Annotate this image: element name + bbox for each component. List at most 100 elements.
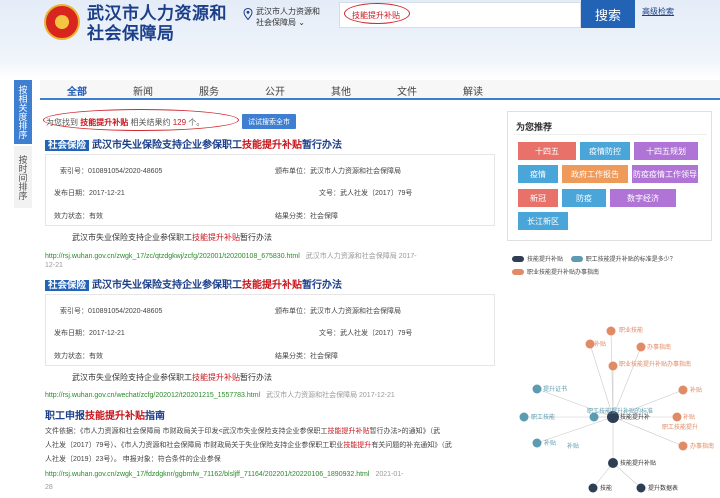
graph-node-label: 职工技能 (531, 413, 555, 421)
location-pin-icon (243, 8, 253, 20)
graph-node-label: 补贴 (544, 439, 556, 447)
title-text: 暂行办法 (302, 280, 343, 291)
annotation-ellipse (344, 3, 410, 24)
document-number: 文号：武人社发〔2017〕79号 (319, 330, 413, 337)
result-url[interactable]: http://rsj.wuhan.gov.cn/zwgk_17/fdzdgknr… (45, 471, 403, 478)
snippet-text: 暂行办法 (240, 233, 272, 242)
url-text: http://rsj.wuhan.gov.cn/zwgk_17/fdzdgknr… (45, 471, 370, 478)
search-button[interactable]: 搜索 (581, 0, 635, 28)
graph-legend: 技能提升补贴 职工技能提升补贴的标准是多少？ 职业技能提升补贴办事指南 (512, 254, 712, 280)
recommend-tag[interactable]: 疫情防控 (580, 142, 630, 160)
result-title-link[interactable]: 职工申报技能提升补贴指南 (45, 407, 165, 422)
title-text: 指南 (145, 411, 165, 422)
graph-node-label: 补贴 (683, 413, 695, 421)
sort-by-time-tab[interactable]: 按时间排序 (14, 146, 32, 208)
result-snippet: 武汉市失业保险支持企业参保职工技能提升补贴暂行办法 (72, 372, 272, 383)
graph-node-label: 补贴 (567, 442, 579, 450)
graph-node-label: 补贴 (690, 386, 702, 394)
result-topic: 结果分类：社会保障 (275, 213, 338, 220)
legend-item[interactable]: 职业技能提升补贴办事指南 (512, 267, 599, 276)
doc-highlight: 技能提升补贴 (327, 428, 370, 435)
title-highlight: 技能提升补贴 (242, 140, 303, 151)
url-text: http://rsj.wuhan.gov.cn/wechat/zcfg/2020… (45, 392, 261, 399)
doc-highlight: 技能提升 (343, 442, 372, 449)
sort-by-relevance-tab[interactable]: 按相关度排序 (14, 80, 32, 144)
graph-node-label: 技能 (600, 484, 612, 492)
advanced-search-link[interactable]: 高级检索 (642, 6, 674, 17)
header-fade (0, 64, 720, 80)
title-text: 暂行办法 (302, 140, 343, 151)
result-snippet: 武汉市失业保险支持企业参保职工技能提升补贴暂行办法 (72, 232, 272, 243)
title-highlight: 技能提升补贴 (85, 411, 145, 422)
legend-swatch (512, 268, 524, 275)
graph-node-label: 职工技能提升补贴的标准 (587, 407, 653, 415)
recommend-tag[interactable]: 数字经济 (610, 189, 676, 207)
result-meta-cont: 12-21 (45, 262, 63, 269)
graph-node-label: 技能提升补 (620, 413, 650, 421)
legend-label: 职工技能提升补贴的标准是多少？ (585, 257, 676, 263)
publish-date: 发布日期：2017-12-21 (54, 190, 125, 197)
graph-node-label: 补贴 (594, 340, 606, 348)
graph-node-label: 提升证书 (543, 385, 567, 393)
site-title[interactable]: 武汉市人力资源和 社会保障局 (87, 4, 227, 44)
annotation-ellipse (43, 109, 239, 131)
category-tag: 社会保险 (45, 140, 90, 151)
result-topic: 结果分类：社会保障 (275, 353, 338, 360)
legend-label: 技能提升补贴 (527, 257, 564, 263)
doc-text: 暂行办法>的通知》（武 (369, 428, 441, 435)
result-metadata-card: 索引号：010891054/2020-48605 颁布单位：武汉市人力资源和社会… (45, 294, 495, 366)
location-selector[interactable]: 武汉市人力资源和 社会保障局 ⌄ (256, 6, 320, 28)
graph-labels: 职业技能 补贴 办事指南 职业技能提升补贴办事指南 补贴 提升证书 职工技能 职… (531, 326, 714, 492)
validity-status: 效力状态：有效 (54, 213, 103, 220)
url-text: http://rsj.wuhan.gov.cn/zwgk_17/zc/qtzdg… (45, 253, 300, 260)
title-text: 武汉市失业保险支持企业参保职工 (92, 140, 243, 151)
result-title-link[interactable]: 社会保险 武汉市失业保险支持企业参保职工技能提升补贴暂行办法 (45, 136, 342, 151)
result-metadata-card: 索引号：010891054/2020-48605 颁布单位：武汉市人力资源和社会… (45, 154, 495, 226)
snippet-text: 武汉市失业保险支持企业参保职工 (72, 373, 192, 382)
result-meta: 武汉市人力资源和社会保障局 2017- (305, 253, 417, 260)
recommend-tag[interactable]: 长江新区 (518, 212, 568, 230)
tab-news[interactable]: 新闻 (133, 83, 153, 98)
tab-other[interactable]: 其他 (331, 83, 351, 98)
recommend-tag[interactable]: 十四五 (518, 142, 576, 160)
tab-public[interactable]: 公开 (265, 83, 285, 98)
category-tag: 社会保险 (45, 280, 90, 291)
legend-swatch (570, 255, 583, 262)
search-citywide-button[interactable]: 试试搜索全市 (242, 114, 296, 129)
graph-node-label: 提升数据表 (648, 484, 678, 492)
doc-basis-line: 文件依据：《市人力资源和社会保障局 市财政局关于印发<武汉市失业保险支持企业参保… (45, 426, 440, 438)
snippet-highlight: 技能提升补贴 (192, 373, 240, 382)
result-meta: 武汉市人力资源和社会保障局 2017-12-21 (266, 392, 395, 399)
recommend-tag[interactable]: 新冠 (518, 189, 558, 207)
legend-swatch (512, 255, 524, 262)
site-title-line2: 社会保障局 (87, 24, 175, 44)
doc-text: 人社发〔2017〕79号）、《市人力资源和社会保障局 市财政局关于失业保险支持企… (45, 442, 344, 449)
result-url[interactable]: http://rsj.wuhan.gov.cn/wechat/zcfg/2020… (45, 390, 395, 400)
category-nav: 全部 新闻 服务 公开 其他 文件 解读 (40, 80, 720, 100)
index-number: 索引号：010891054/2020-48605 (60, 168, 163, 175)
chevron-down-icon: ⌄ (298, 18, 305, 27)
graph-node-label: 办事指南 (647, 343, 671, 351)
title-text: 武汉市失业保险支持企业参保职工 (92, 280, 243, 291)
recommend-tag[interactable]: 防疫 (562, 189, 606, 207)
national-emblem-logo (44, 4, 80, 40)
tab-interpretation[interactable]: 解读 (463, 83, 483, 98)
result-url[interactable]: http://rsj.wuhan.gov.cn/zwgk_17/zc/qtzdg… (45, 251, 417, 261)
legend-item[interactable]: 技能提升补贴 (512, 254, 563, 263)
tab-service[interactable]: 服务 (199, 83, 219, 98)
doc-text: 文件依据：《市人力资源和社会保障局 市财政局关于印发<武汉市失业保险支持企业参保… (45, 428, 328, 435)
recommend-tag[interactable]: 政府工作报告 (562, 165, 628, 183)
doc-text: 有关问题的补充通知》（武 (371, 442, 452, 449)
tab-all[interactable]: 全部 (67, 83, 87, 98)
publish-date: 发布日期：2017-12-21 (54, 330, 125, 337)
recommend-tag[interactable]: 防疫疫情工作领导 (632, 165, 698, 183)
knowledge-graph[interactable]: 职业技能 补贴 办事指南 职业技能提升补贴办事指南 补贴 提升证书 职工技能 职… (507, 310, 720, 498)
result-meta-cont: 28 (45, 484, 53, 491)
divider (514, 134, 707, 135)
recommend-tag[interactable]: 疫情 (518, 165, 558, 183)
recommend-title: 为您推荐 (516, 122, 553, 132)
recommend-tag[interactable]: 十四五规划 (634, 142, 698, 160)
legend-item[interactable]: 职工技能提升补贴的标准是多少？ (570, 254, 676, 263)
tab-files[interactable]: 文件 (397, 83, 417, 98)
result-title-link[interactable]: 社会保险 武汉市失业保险支持企业参保职工技能提升补贴暂行办法 (45, 276, 342, 291)
